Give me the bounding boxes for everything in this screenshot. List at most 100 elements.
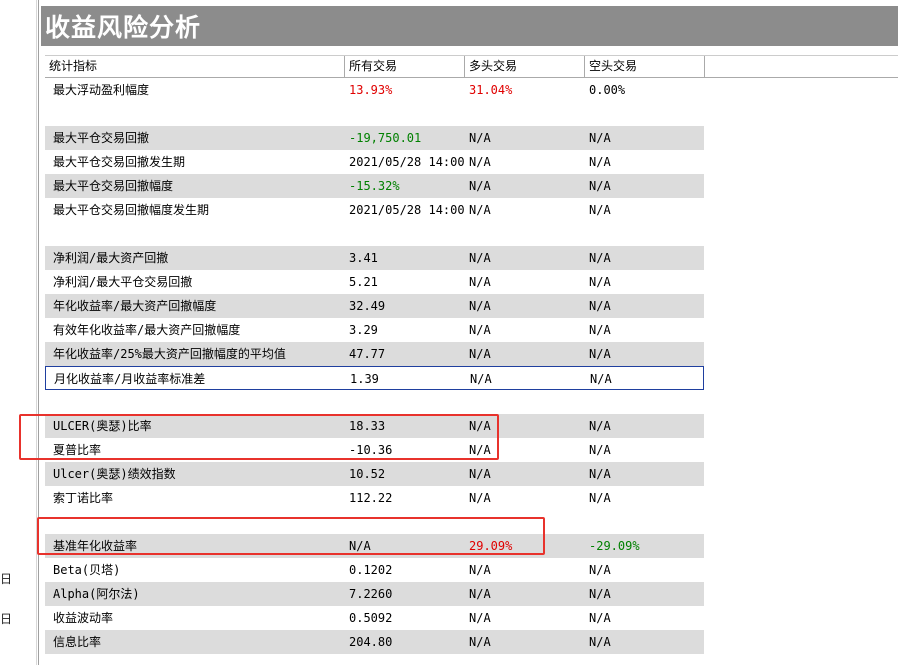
all-trades-value: 47.77	[349, 347, 386, 361]
metric-name-cell: 年化收益率/25%最大资产回撤幅度的平均值	[53, 347, 286, 361]
metric-name-cell: Beta(贝塔)	[53, 563, 121, 577]
metric-name-cell: 索丁诺比率	[53, 491, 114, 505]
table-row[interactable]: 最大浮动盈利幅度 13.93% 31.04% 0.00%	[45, 78, 898, 102]
all-trades-value: 7.2260	[349, 587, 393, 601]
table-row[interactable]: 索丁诺比率 112.22 N/A N/A	[45, 486, 898, 510]
highlight-box-benchmark	[37, 517, 545, 555]
all-trades-value: 3.29	[349, 323, 378, 337]
column-header-long-trades[interactable]: 多头交易	[465, 56, 585, 77]
long-trades-value: N/A	[469, 275, 491, 289]
short-trades-value: N/A	[589, 635, 611, 649]
table-body: 最大浮动盈利幅度 13.93% 31.04% 0.00% 最大平仓交易回撤 -19,750…	[45, 78, 898, 654]
long-trades-value: N/A	[469, 323, 491, 337]
divider	[41, 46, 898, 51]
column-header-all-trades[interactable]: 所有交易	[345, 56, 465, 77]
table-row[interactable]: Alpha(阿尔法) 7.2260 N/A N/A	[45, 582, 704, 606]
metric-name-cell: 最大浮动盈利幅度	[53, 83, 150, 97]
metric-name-cell: Ulcer(奥瑟)绩效指数	[53, 467, 176, 481]
long-trades-value: N/A	[469, 587, 491, 601]
column-header-short-trades[interactable]: 空头交易	[585, 56, 705, 77]
short-trades-value: N/A	[589, 179, 611, 193]
table-row[interactable]: 净利润/最大平仓交易回撤 5.21 N/A N/A	[45, 270, 898, 294]
short-trades-value: N/A	[589, 563, 611, 577]
table-row[interactable]: 最大平仓交易回撤幅度 -15.32% N/A N/A	[45, 174, 704, 198]
metric-name-cell: 收益波动率	[53, 611, 114, 625]
long-trades-value: N/A	[469, 467, 491, 481]
all-trades-value: 0.1202	[349, 563, 393, 577]
metric-name-cell: 最大平仓交易回撤幅度	[53, 179, 174, 193]
metric-name-cell: Alpha(阿尔法)	[53, 587, 140, 601]
metric-name-cell: 净利润/最大平仓交易回撤	[53, 275, 193, 289]
all-trades-value: 0.5092	[349, 611, 393, 625]
metric-name-cell: 信息比率	[53, 635, 102, 649]
left-sidebar-strip: 日 日	[0, 0, 37, 665]
metric-name-cell: 最大平仓交易回撤发生期	[53, 155, 186, 169]
metric-name-cell: 最大平仓交易回撤幅度发生期	[53, 203, 210, 217]
table-header: 统计指标 所有交易 多头交易 空头交易	[45, 55, 898, 78]
long-trades-value: N/A	[469, 251, 491, 265]
short-trades-value: N/A	[589, 611, 611, 625]
all-trades-value: 1.39	[350, 372, 379, 386]
long-trades-value: N/A	[469, 347, 491, 361]
table-row[interactable]: 净利润/最大资产回撤 3.41 N/A N/A	[45, 246, 704, 270]
short-trades-value: 0.00%	[589, 83, 626, 97]
column-header-metric[interactable]: 统计指标	[45, 56, 345, 77]
short-trades-value: N/A	[589, 299, 611, 313]
table-row[interactable]: 有效年化收益率/最大资产回撤幅度 3.29 N/A N/A	[45, 318, 898, 342]
table-row[interactable]: 最大平仓交易回撤幅度发生期 2021/05/28 14:00 N/A N/A	[45, 198, 898, 222]
long-trades-value: 31.04%	[469, 83, 513, 97]
sidebar-glyph: 日	[0, 612, 13, 626]
stats-table: 统计指标 所有交易 多头交易 空头交易 最大浮动盈利幅度 13.93% 31.04%…	[45, 55, 898, 654]
all-trades-value: 32.49	[349, 299, 386, 313]
metric-name-cell: 月化收益率/月收益率标准差	[54, 372, 206, 386]
all-trades-value: 112.22	[349, 491, 393, 505]
long-trades-value: N/A	[469, 299, 491, 313]
short-trades-value: N/A	[589, 155, 611, 169]
table-row[interactable]: 最大平仓交易回撤发生期 2021/05/28 14:00 N/A N/A	[45, 150, 898, 174]
long-trades-value: N/A	[469, 131, 491, 145]
table-row[interactable]: Beta(贝塔) 0.1202 N/A N/A	[45, 558, 898, 582]
long-trades-value: N/A	[469, 635, 491, 649]
short-trades-value: N/A	[589, 347, 611, 361]
metric-name-cell: 最大平仓交易回撤	[53, 131, 150, 145]
metric-name-cell: 年化收益率/最大资产回撤幅度	[53, 299, 217, 313]
table-row[interactable]: 收益波动率 0.5092 N/A N/A	[45, 606, 898, 630]
short-trades-value: N/A	[589, 323, 611, 337]
highlight-box-ulcer-sharpe	[19, 414, 499, 460]
metric-name-cell: 净利润/最大资产回撤	[53, 251, 169, 265]
short-trades-value: -29.09%	[589, 539, 640, 553]
short-trades-value: N/A	[589, 587, 611, 601]
all-trades-value: -19,750.01	[349, 131, 422, 145]
table-spacer-row	[45, 102, 898, 126]
long-trades-value: N/A	[469, 179, 491, 193]
all-trades-value: 204.80	[349, 635, 393, 649]
all-trades-value: 2021/05/28 14:00	[349, 203, 465, 217]
sidebar-glyph: 日	[0, 572, 13, 586]
table-row[interactable]: 最大平仓交易回撤 -19,750.01 N/A N/A	[45, 126, 704, 150]
all-trades-value: 2021/05/28 14:00	[349, 155, 465, 169]
long-trades-value: N/A	[469, 491, 491, 505]
all-trades-value: -15.32%	[349, 179, 400, 193]
short-trades-value: N/A	[589, 203, 611, 217]
short-trades-value: N/A	[589, 443, 611, 457]
all-trades-value: 10.52	[349, 467, 386, 481]
long-trades-value: N/A	[469, 155, 491, 169]
long-trades-value: N/A	[469, 563, 491, 577]
long-trades-value: N/A	[469, 203, 491, 217]
all-trades-value: 3.41	[349, 251, 378, 265]
table-spacer-row	[45, 222, 898, 246]
short-trades-value: N/A	[589, 467, 611, 481]
table-row[interactable]: 年化收益率/最大资产回撤幅度 32.49 N/A N/A	[45, 294, 704, 318]
short-trades-value: N/A	[589, 251, 611, 265]
all-trades-value: 13.93%	[349, 83, 393, 97]
table-row[interactable]: 月化收益率/月收益率标准差 1.39 N/A N/A	[45, 366, 704, 390]
table-row[interactable]: 信息比率 204.80 N/A N/A	[45, 630, 704, 654]
short-trades-value: N/A	[589, 275, 611, 289]
table-row[interactable]: Ulcer(奥瑟)绩效指数 10.52 N/A N/A	[45, 462, 704, 486]
table-row[interactable]: 年化收益率/25%最大资产回撤幅度的平均值 47.77 N/A N/A	[45, 342, 704, 366]
all-trades-value: 5.21	[349, 275, 378, 289]
long-trades-value: N/A	[470, 372, 492, 386]
panel-title: 收益风险分析	[45, 13, 202, 42]
short-trades-value: N/A	[589, 131, 611, 145]
metric-name-cell: 有效年化收益率/最大资产回撤幅度	[53, 323, 241, 337]
